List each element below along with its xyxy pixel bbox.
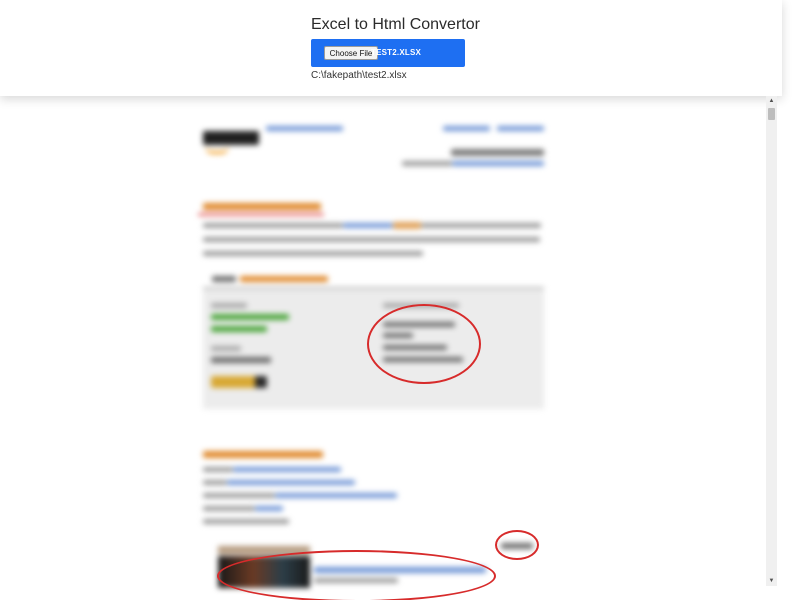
price-annotation-circle	[495, 530, 539, 560]
delivery-label	[211, 303, 247, 308]
file-path-text: C:\fakepath\test2.xlsx	[311, 70, 407, 81]
details-line	[203, 480, 227, 485]
file-input[interactable]: Choose File TEST2.XLSX	[311, 39, 465, 67]
paragraph-line	[421, 223, 541, 228]
page-title: Excel to Html Convertor	[311, 16, 480, 33]
shipping-value	[211, 357, 271, 363]
page: Excel to Html Convertor Choose File TEST…	[0, 0, 800, 600]
delivery-date	[211, 314, 289, 320]
details-line	[203, 467, 233, 472]
details-heading	[203, 451, 323, 458]
details-link	[233, 467, 341, 472]
converted-preview[interactable]	[0, 96, 766, 600]
details-line	[203, 519, 289, 524]
greeting-underline	[198, 213, 324, 216]
delivery-date	[211, 326, 267, 332]
paragraph-line	[203, 237, 540, 242]
status-label	[212, 276, 236, 282]
selected-file-name: TEST2.XLSX	[371, 48, 422, 57]
order-number-link	[452, 161, 544, 166]
scroll-down-arrow-icon[interactable]: ▼	[766, 576, 777, 586]
details-link	[255, 506, 283, 511]
paragraph-link	[343, 223, 393, 228]
details-line	[203, 506, 255, 511]
greeting-heading	[203, 203, 321, 210]
header-link	[266, 126, 343, 131]
amazon-logo	[203, 131, 259, 145]
order-number-text	[402, 161, 452, 166]
shipping-label	[211, 346, 241, 351]
address-annotation-circle	[367, 304, 481, 384]
scroll-thumb[interactable]	[768, 108, 775, 120]
status-value	[240, 276, 328, 282]
order-details-button-end	[255, 376, 267, 388]
choose-file-button[interactable]: Choose File	[324, 46, 378, 60]
logo-smile	[205, 146, 229, 154]
order-heading-text	[451, 149, 544, 156]
details-line	[203, 493, 275, 498]
converter-header: Excel to Html Convertor Choose File TEST…	[0, 0, 782, 96]
paragraph-line	[203, 223, 343, 228]
preview-scrollbar[interactable]: ▲ ▼	[766, 96, 777, 586]
scroll-up-arrow-icon[interactable]: ▲	[766, 96, 777, 106]
paragraph-line	[203, 251, 423, 256]
details-link	[275, 493, 397, 498]
details-link	[227, 480, 355, 485]
header-link	[497, 126, 544, 131]
paragraph-highlight	[393, 222, 421, 229]
product-annotation-circle	[217, 550, 496, 600]
header-link	[443, 126, 490, 131]
